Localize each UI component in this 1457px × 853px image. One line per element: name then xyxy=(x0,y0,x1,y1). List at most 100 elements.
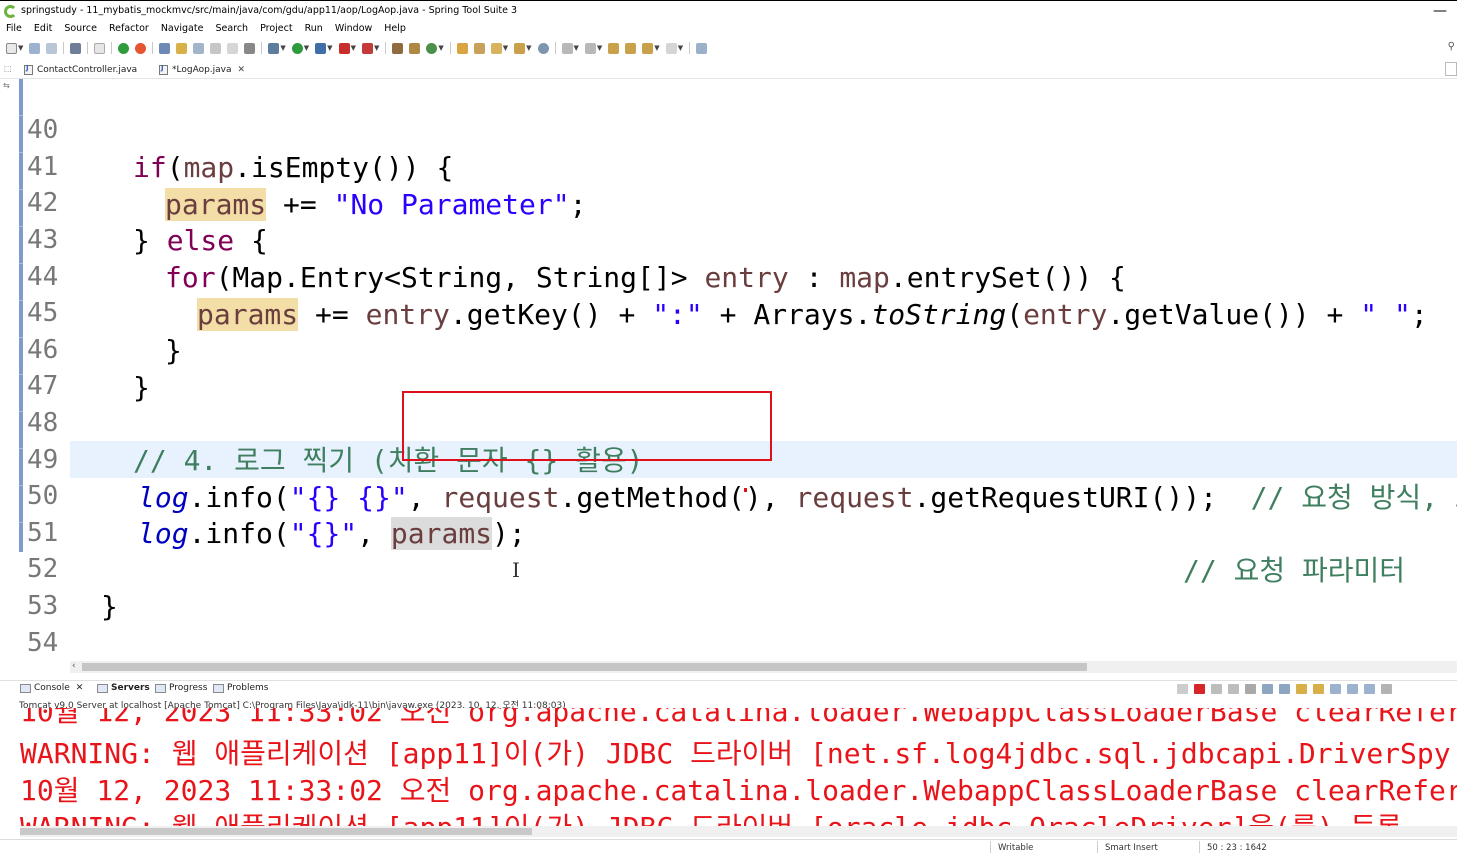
previous-annotation-icon[interactable] xyxy=(584,42,596,54)
paragraph-icon[interactable] xyxy=(244,42,256,54)
tab-log-aop[interactable]: *LogAop.java ✕ xyxy=(155,62,250,78)
word-wrap-icon[interactable] xyxy=(1279,684,1290,694)
chevron-down-icon[interactable]: ▼ xyxy=(526,44,531,52)
scroll-left-icon[interactable]: ‹ xyxy=(72,661,76,671)
toolbar-separator xyxy=(261,42,263,54)
chevron-down-icon[interactable]: ▼ xyxy=(18,44,23,52)
open-task-icon[interactable] xyxy=(473,42,485,54)
clear-console-icon[interactable] xyxy=(1245,684,1256,694)
minimize-view-icon[interactable] xyxy=(1381,684,1392,694)
maximize-icon[interactable] xyxy=(1445,62,1457,76)
chevron-down-icon[interactable]: ▼ xyxy=(678,44,683,52)
search-icon[interactable] xyxy=(490,42,502,54)
tab-label: Console xyxy=(34,683,70,693)
console-horizontal-scrollbar[interactable] xyxy=(20,826,1457,837)
minimize-button[interactable]: — xyxy=(1433,3,1447,19)
back-icon[interactable] xyxy=(642,42,654,54)
chevron-down-icon[interactable]: ▼ xyxy=(304,44,309,52)
pin-console-icon[interactable] xyxy=(1330,684,1341,694)
tab-servers[interactable]: Servers xyxy=(97,683,150,693)
word-wrap-icon[interactable] xyxy=(193,42,205,54)
chevron-down-icon[interactable]: ▼ xyxy=(438,44,443,52)
quick-access-search-icon[interactable]: ⚲ xyxy=(1448,41,1455,52)
next-edit-location-icon[interactable] xyxy=(625,42,637,54)
globe-icon[interactable] xyxy=(537,42,549,54)
last-edit-location-icon[interactable] xyxy=(608,42,620,54)
skip-breakpoints-icon[interactable] xyxy=(94,42,106,54)
show-whitespace-icon[interactable] xyxy=(227,42,239,54)
menu-project[interactable]: Project xyxy=(260,22,293,36)
menu-edit[interactable]: Edit xyxy=(34,22,52,36)
pin-editor-icon[interactable] xyxy=(696,42,708,54)
code-line-53: 53 xyxy=(0,551,1457,621)
tab-label: *LogAop.java xyxy=(172,65,232,75)
toggle-mark-occurrences-icon[interactable] xyxy=(159,42,171,54)
display-console-icon[interactable] xyxy=(1347,684,1358,694)
code-editor[interactable]: ⇆ 40 if(map.isEmpty()) { 41 params += "N… xyxy=(0,79,1457,661)
next-annotation-icon[interactable] xyxy=(561,42,573,54)
menu-search[interactable]: Search xyxy=(215,22,248,36)
chevron-down-icon[interactable]: ▼ xyxy=(351,44,356,52)
chevron-down-icon[interactable]: ▼ xyxy=(574,44,579,52)
menu-source[interactable]: Source xyxy=(64,22,97,36)
chevron-down-icon[interactable]: ▼ xyxy=(374,44,379,52)
terminate-icon[interactable] xyxy=(1194,684,1205,694)
save-icon[interactable] xyxy=(29,42,41,54)
tab-console[interactable]: Console ✕ xyxy=(20,683,83,693)
scrollbar-thumb[interactable] xyxy=(82,663,1087,671)
block-selection-icon[interactable] xyxy=(210,42,222,54)
coverage-icon[interactable] xyxy=(315,42,327,54)
toolbar-separator xyxy=(111,42,113,54)
show-on-output-icon[interactable] xyxy=(1296,684,1307,694)
view-menu-icon[interactable]: ⬚ xyxy=(4,64,12,73)
menu-file[interactable]: File xyxy=(6,22,22,36)
run-icon[interactable] xyxy=(291,42,303,54)
restart-icon[interactable] xyxy=(1177,684,1188,694)
chevron-down-icon[interactable]: ▼ xyxy=(327,44,332,52)
console-tab-bar: Console ✕ Servers Progress Problems xyxy=(0,680,1457,697)
code-line-55: 55 xyxy=(0,624,1457,661)
save-all-icon[interactable] xyxy=(46,42,58,54)
menu-help[interactable]: Help xyxy=(384,22,406,36)
external-tools-icon[interactable] xyxy=(361,42,373,54)
debug-icon[interactable] xyxy=(268,42,280,54)
remove-all-icon[interactable] xyxy=(1228,684,1239,694)
highlight-icon[interactable] xyxy=(176,42,188,54)
progress-icon xyxy=(155,683,166,693)
menu-run[interactable]: Run xyxy=(305,22,323,36)
tab-contact-controller[interactable]: ContactController.java xyxy=(20,62,141,78)
scroll-lock-icon[interactable] xyxy=(1262,684,1273,694)
chevron-down-icon[interactable]: ▼ xyxy=(280,44,285,52)
open-console-icon[interactable] xyxy=(1364,684,1375,694)
show-on-error-icon[interactable] xyxy=(1313,684,1324,694)
status-bar: Writable Smart Insert 50 : 23 : 1642 xyxy=(0,839,1457,853)
menu-window[interactable]: Window xyxy=(335,22,372,36)
forward-icon[interactable] xyxy=(665,42,677,54)
new-icon[interactable] xyxy=(6,42,17,54)
console-line: WARNING: 웹 애플리케이션 [app11]이(가) JDBC 드라이버 … xyxy=(20,809,1402,826)
new-java-project-icon[interactable] xyxy=(392,42,404,54)
spring-boot-dashboard-icon[interactable] xyxy=(135,42,147,54)
editor-horizontal-scrollbar[interactable]: ‹ xyxy=(70,661,1457,673)
close-icon[interactable]: ✕ xyxy=(76,683,84,693)
terminal-icon[interactable] xyxy=(70,42,82,54)
start-server-icon[interactable] xyxy=(118,42,130,54)
chevron-down-icon[interactable]: ▼ xyxy=(654,44,659,52)
scrollbar-thumb[interactable] xyxy=(20,828,532,835)
new-class-icon[interactable] xyxy=(426,42,438,54)
console-output[interactable]: 10월 12, 2023 11:33:02 오전 org.apache.cata… xyxy=(0,708,1457,826)
open-type-icon[interactable] xyxy=(456,42,468,54)
tab-progress[interactable]: Progress xyxy=(155,683,207,693)
chevron-down-icon[interactable]: ▼ xyxy=(503,44,508,52)
stop-icon[interactable] xyxy=(338,42,350,54)
new-package-icon[interactable] xyxy=(409,42,421,54)
chevron-down-icon[interactable]: ▼ xyxy=(597,44,602,52)
editor-tab-bar: ⬚ ContactController.java *LogAop.java ✕ xyxy=(0,60,1457,79)
menu-refactor[interactable]: Refactor xyxy=(109,22,149,36)
close-icon[interactable]: ✕ xyxy=(238,65,246,75)
open-folder-icon[interactable] xyxy=(514,42,526,54)
remove-launch-icon[interactable] xyxy=(1211,684,1222,694)
tab-problems[interactable]: Problems xyxy=(213,683,268,693)
main-toolbar: ▼ ▼ ▼ ▼ ▼ ▼ ▼ ▼ ▼ ▼ ▼ ▼ ▼ ⚲ xyxy=(0,38,1457,58)
menu-navigate[interactable]: Navigate xyxy=(161,22,204,36)
